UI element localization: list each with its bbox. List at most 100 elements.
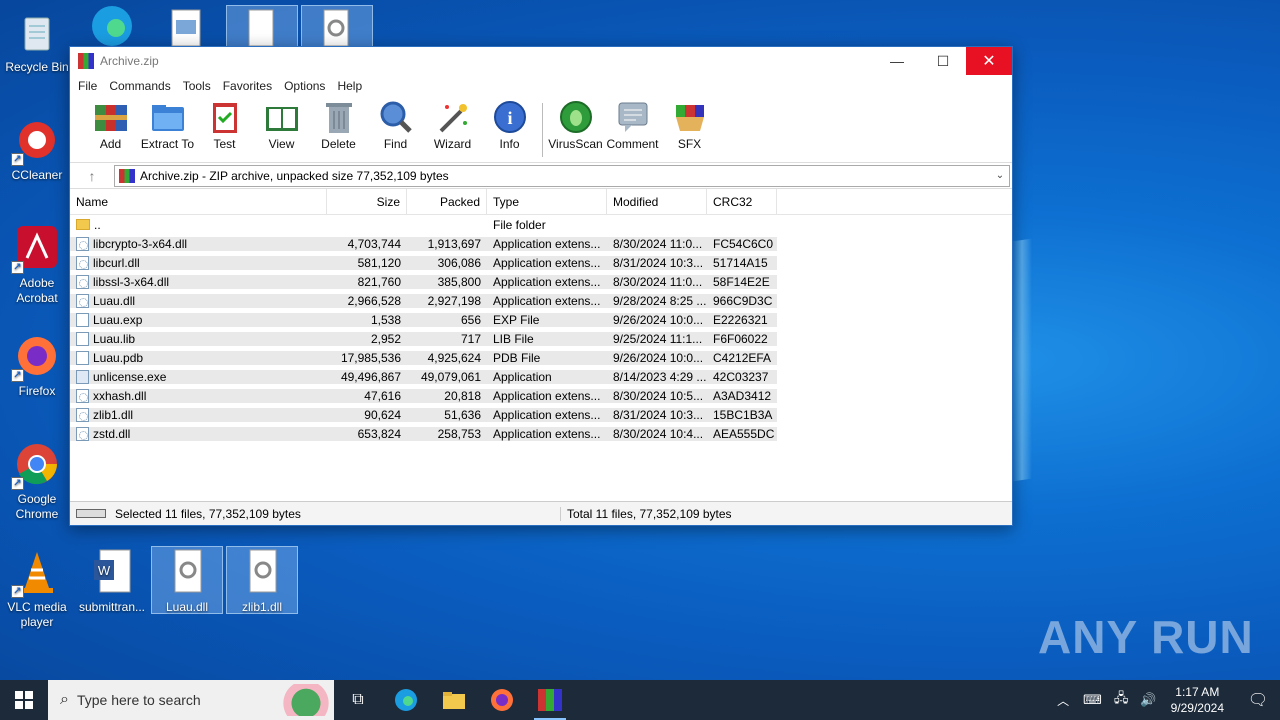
file-name: Luau.dll (93, 293, 136, 308)
find-button[interactable]: Find (367, 97, 424, 151)
test-label: Test (213, 137, 236, 151)
file-row[interactable]: Luau.pdb 17,985,536 4,925,624 PDB File 9/26/… (70, 348, 1012, 367)
task-view-button[interactable]: ⧉ (334, 680, 382, 720)
edge-icon (395, 689, 417, 711)
add-button[interactable]: Add (82, 97, 139, 151)
file-row[interactable]: unlicense.exe 49,496,867 49,079,061 Applica… (70, 367, 1012, 386)
taskbar-file-explorer[interactable] (430, 680, 478, 720)
close-button[interactable]: ✕ (966, 47, 1012, 75)
dll-file-icon (76, 388, 89, 403)
view-button[interactable]: View (253, 97, 310, 151)
file-modified: 9/25/2024 11:1... (607, 331, 707, 346)
folder-extract-icon (150, 99, 186, 135)
file-packed: 385,800 (407, 274, 487, 289)
device-icon[interactable]: ⌨ (1083, 692, 1102, 708)
parent-folder-type: File folder (493, 217, 546, 232)
file-row[interactable]: Luau.dll 2,966,528 2,927,198 Application ex… (70, 291, 1012, 310)
recycle-bin-icon[interactable]: Recycle Bin (1, 8, 73, 75)
menu-tools[interactable]: Tools (177, 79, 217, 93)
chrome-shortcut[interactable]: ↗ Google Chrome (1, 440, 73, 522)
file-modified: 8/31/2024 10:3... (607, 255, 707, 270)
chevron-down-icon[interactable]: ⌄ (991, 170, 1009, 181)
menu-file[interactable]: File (72, 79, 103, 93)
file-type: EXP File (487, 312, 607, 327)
delete-button[interactable]: Delete (310, 97, 367, 151)
volume-icon[interactable]: 🔊 (1140, 692, 1156, 708)
file-row[interactable]: libcrypto-3-x64.dll 4,703,744 1,913,697 App… (70, 234, 1012, 253)
file-packed: 1,913,697 (407, 236, 487, 251)
trash-can-icon (321, 99, 357, 135)
file-row[interactable]: zstd.dll 653,824 258,753 Application extens… (70, 424, 1012, 443)
virusscan-button[interactable]: VirusScan (547, 97, 604, 151)
comment-button[interactable]: Comment (604, 97, 661, 151)
file-icon (76, 350, 89, 365)
luau-dll-desktop-icon[interactable]: Luau.dll (151, 548, 223, 615)
sfx-button[interactable]: SFX (661, 97, 718, 151)
tray-overflow-chevron-icon[interactable]: ︿ (1057, 692, 1069, 709)
column-type[interactable]: Type (487, 188, 607, 215)
file-name: libcurl.dll (93, 255, 140, 270)
taskbar-search-box[interactable]: ⌕ Type here to search (48, 680, 334, 720)
up-arrow-icon[interactable]: ↑ (70, 168, 114, 184)
column-crc32[interactable]: CRC32 (707, 188, 777, 215)
ccleaner-icon: ↗ (11, 116, 61, 166)
firefox-shortcut[interactable]: ↗ Firefox (1, 332, 73, 399)
file-size: 17,985,536 (327, 350, 407, 365)
adobe-acrobat-shortcut[interactable]: ↗ Adobe Acrobat (1, 224, 73, 306)
network-icon[interactable]: 🖧 (1114, 689, 1129, 711)
word-document-icon[interactable]: W submittran... (76, 548, 148, 615)
file-icon (76, 331, 89, 346)
taskbar-firefox[interactable] (478, 680, 526, 720)
vlc-shortcut[interactable]: ↗ VLC media player (1, 548, 73, 630)
start-button[interactable] (0, 680, 48, 720)
notifications-icon[interactable]: 🗨 (1236, 690, 1280, 710)
menu-favorites[interactable]: Favorites (217, 79, 278, 93)
search-placeholder: Type here to search (76, 692, 201, 708)
file-type: Application extens... (487, 274, 607, 289)
ccleaner-shortcut[interactable]: ↗ CCleaner (1, 116, 73, 183)
file-type: Application extens... (487, 236, 607, 251)
test-button[interactable]: Test (196, 97, 253, 151)
file-row[interactable]: Luau.exp 1,538 656 EXP File 9/26/2024 10:0..… (70, 310, 1012, 329)
file-modified: 8/14/2023 4:29 ... (607, 369, 707, 384)
wizard-button[interactable]: Wizard (424, 97, 481, 151)
file-row[interactable]: libssl-3-x64.dll 821,760 385,800 Applicatio… (70, 272, 1012, 291)
file-size: 49,496,867 (327, 369, 407, 384)
menu-commands[interactable]: Commands (103, 79, 176, 93)
edge-icon (88, 2, 136, 50)
address-combo[interactable]: Archive.zip - ZIP archive, unpacked size… (114, 164, 1010, 187)
info-label: Info (499, 137, 520, 151)
parent-folder-row[interactable]: .. File folder (70, 215, 1012, 234)
word-icon: W (88, 548, 136, 596)
minimize-button[interactable]: — (874, 47, 920, 75)
file-name: Luau.pdb (93, 350, 144, 365)
drive-icon (76, 509, 106, 518)
shortcut-arrow-icon: ↗ (11, 585, 24, 598)
file-row[interactable]: libcurl.dll 581,120 306,086 Application ext… (70, 253, 1012, 272)
toolbar: Add Extract To Test View Delete Find Wiz… (70, 97, 1012, 163)
file-row[interactable]: xxhash.dll 47,616 20,818 Application extens… (70, 386, 1012, 405)
file-row[interactable]: zlib1.dll 90,624 51,636 Application extens.… (70, 405, 1012, 424)
taskbar-edge[interactable] (382, 680, 430, 720)
clock[interactable]: 1:17 AM 9/29/2024 (1171, 684, 1224, 716)
taskbar-winrar[interactable] (526, 680, 574, 720)
file-row[interactable]: Luau.lib 2,952 717 LIB File 9/25/2024 11:1..… (70, 329, 1012, 348)
column-name[interactable]: Name (70, 188, 327, 215)
zlib1-dll-label: zlib1.dll (241, 600, 283, 614)
file-modified: 8/30/2024 10:5... (607, 388, 707, 403)
book-icon (264, 99, 300, 135)
column-modified[interactable]: Modified (607, 188, 707, 215)
column-packed[interactable]: Packed (407, 188, 487, 215)
menu-options[interactable]: Options (278, 79, 331, 93)
maximize-button[interactable]: ☐ (920, 47, 966, 75)
zlib1-dll-desktop-icon[interactable]: zlib1.dll (226, 548, 298, 615)
clock-date: 9/29/2024 (1170, 701, 1224, 715)
column-size[interactable]: Size (327, 188, 407, 215)
extract-to-button[interactable]: Extract To (139, 97, 196, 151)
title-bar[interactable]: Archive.zip — ☐ ✕ (70, 47, 1012, 75)
windows-logo-icon (15, 691, 33, 709)
shortcut-arrow-icon: ↗ (11, 153, 24, 166)
file-name: xxhash.dll (93, 388, 147, 403)
info-button[interactable]: i Info (481, 97, 538, 151)
menu-help[interactable]: Help (331, 79, 368, 93)
